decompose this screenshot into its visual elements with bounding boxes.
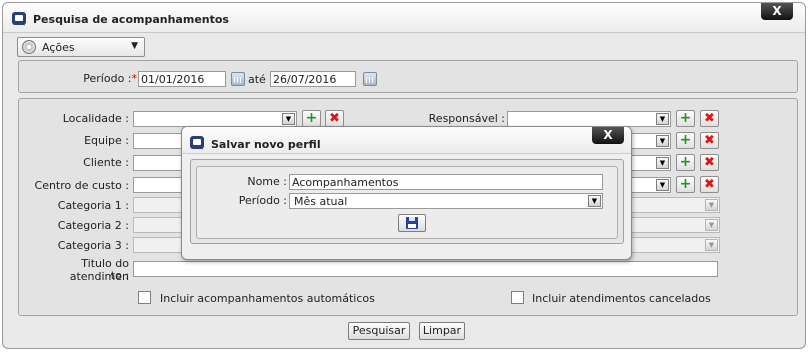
actions-menu-label: Ações: [42, 41, 75, 54]
period-label: Período :*: [83, 72, 137, 85]
chat-window-icon: [190, 136, 204, 150]
chevron-down-icon: ▼: [705, 219, 718, 231]
chevron-down-icon: ▼: [705, 239, 718, 251]
responsavel-select[interactable]: ▼: [507, 111, 671, 127]
period-end-input[interactable]: [270, 71, 356, 87]
remove-centro-custo-button[interactable]: ✖: [700, 176, 719, 193]
dialog-form: Nome : Período : Mês atual ▼: [196, 166, 618, 239]
categoria3-label: Categoria 3 :: [57, 239, 129, 252]
responsavel-label: Responsável :: [428, 112, 505, 125]
categoria2-label: Categoria 2 :: [57, 219, 129, 232]
add-localidade-button[interactable]: +: [302, 110, 321, 127]
window-title: Pesquisa de acompanhamentos: [33, 13, 229, 26]
calendar-icon[interactable]: [231, 72, 245, 86]
period-start-input[interactable]: [138, 71, 226, 87]
categoria1-label: Categoria 1 :: [57, 199, 129, 212]
add-responsavel-button[interactable]: +: [676, 110, 695, 127]
add-cliente-button[interactable]: +: [676, 154, 695, 171]
dialog-close-button[interactable]: X: [592, 127, 624, 144]
chat-window-icon: [12, 12, 26, 26]
periodo-select[interactable]: Mês atual ▼: [289, 193, 603, 209]
chevron-down-icon: ▼: [282, 113, 295, 125]
limpar-button[interactable]: Limpar: [419, 322, 465, 340]
titulo-label-line2: to :: [110, 269, 129, 282]
equipe-label: Equipe :: [84, 134, 129, 147]
centro-custo-label: Centro de custo :: [34, 179, 129, 192]
auto-checkbox-label: Incluir acompanhamentos automáticos: [160, 292, 375, 305]
pesquisar-button[interactable]: Pesquisar: [348, 322, 410, 340]
localidade-label: Localidade :: [62, 112, 129, 125]
cliente-label: Cliente :: [83, 156, 129, 169]
nome-input[interactable]: [289, 174, 603, 190]
localidade-select[interactable]: ▼: [133, 111, 297, 127]
dialog-panel: Nome : Período : Mês atual ▼: [190, 159, 624, 244]
floppy-disk-icon: [406, 217, 418, 229]
dialog-title: Salvar novo perfil: [211, 138, 321, 151]
cancelados-checkbox-label: Incluir atendimentos cancelados: [532, 292, 711, 305]
actions-menu-button[interactable]: Ações ▼: [17, 37, 145, 57]
calendar-icon[interactable]: [363, 72, 377, 86]
gear-icon: [22, 40, 36, 54]
chevron-down-icon: ▼: [588, 195, 601, 207]
remove-equipe-button[interactable]: ✖: [700, 132, 719, 149]
title-bar: Pesquisa de acompanhamentos X: [3, 3, 805, 33]
titulo-input[interactable]: [133, 261, 718, 277]
chevron-down-icon: ▼: [131, 41, 138, 51]
chevron-down-icon: ▼: [656, 113, 669, 125]
period-panel: Período :* até: [18, 60, 798, 93]
chevron-down-icon: ▼: [705, 199, 718, 211]
chevron-down-icon: ▼: [656, 135, 669, 147]
cancelados-checkbox[interactable]: [511, 291, 524, 304]
chevron-down-icon: ▼: [656, 179, 669, 191]
auto-checkbox[interactable]: [138, 291, 151, 304]
save-profile-dialog: Salvar novo perfil X Nome : Período : Mê…: [181, 126, 632, 260]
nome-label: Nome :: [247, 175, 287, 188]
period-separator: até: [248, 73, 266, 86]
remove-responsavel-button[interactable]: ✖: [700, 110, 719, 127]
add-centro-custo-button[interactable]: +: [676, 176, 695, 193]
periodo-select-value: Mês atual: [294, 195, 348, 208]
chevron-down-icon: ▼: [656, 157, 669, 169]
close-button[interactable]: X: [761, 3, 793, 20]
remove-cliente-button[interactable]: ✖: [700, 154, 719, 171]
dialog-title-bar: Salvar novo perfil X: [182, 127, 631, 154]
remove-localidade-button[interactable]: ✖: [325, 110, 344, 127]
periodo-label: Período :: [238, 194, 287, 207]
add-equipe-button[interactable]: +: [676, 132, 695, 149]
save-button[interactable]: [398, 214, 426, 232]
